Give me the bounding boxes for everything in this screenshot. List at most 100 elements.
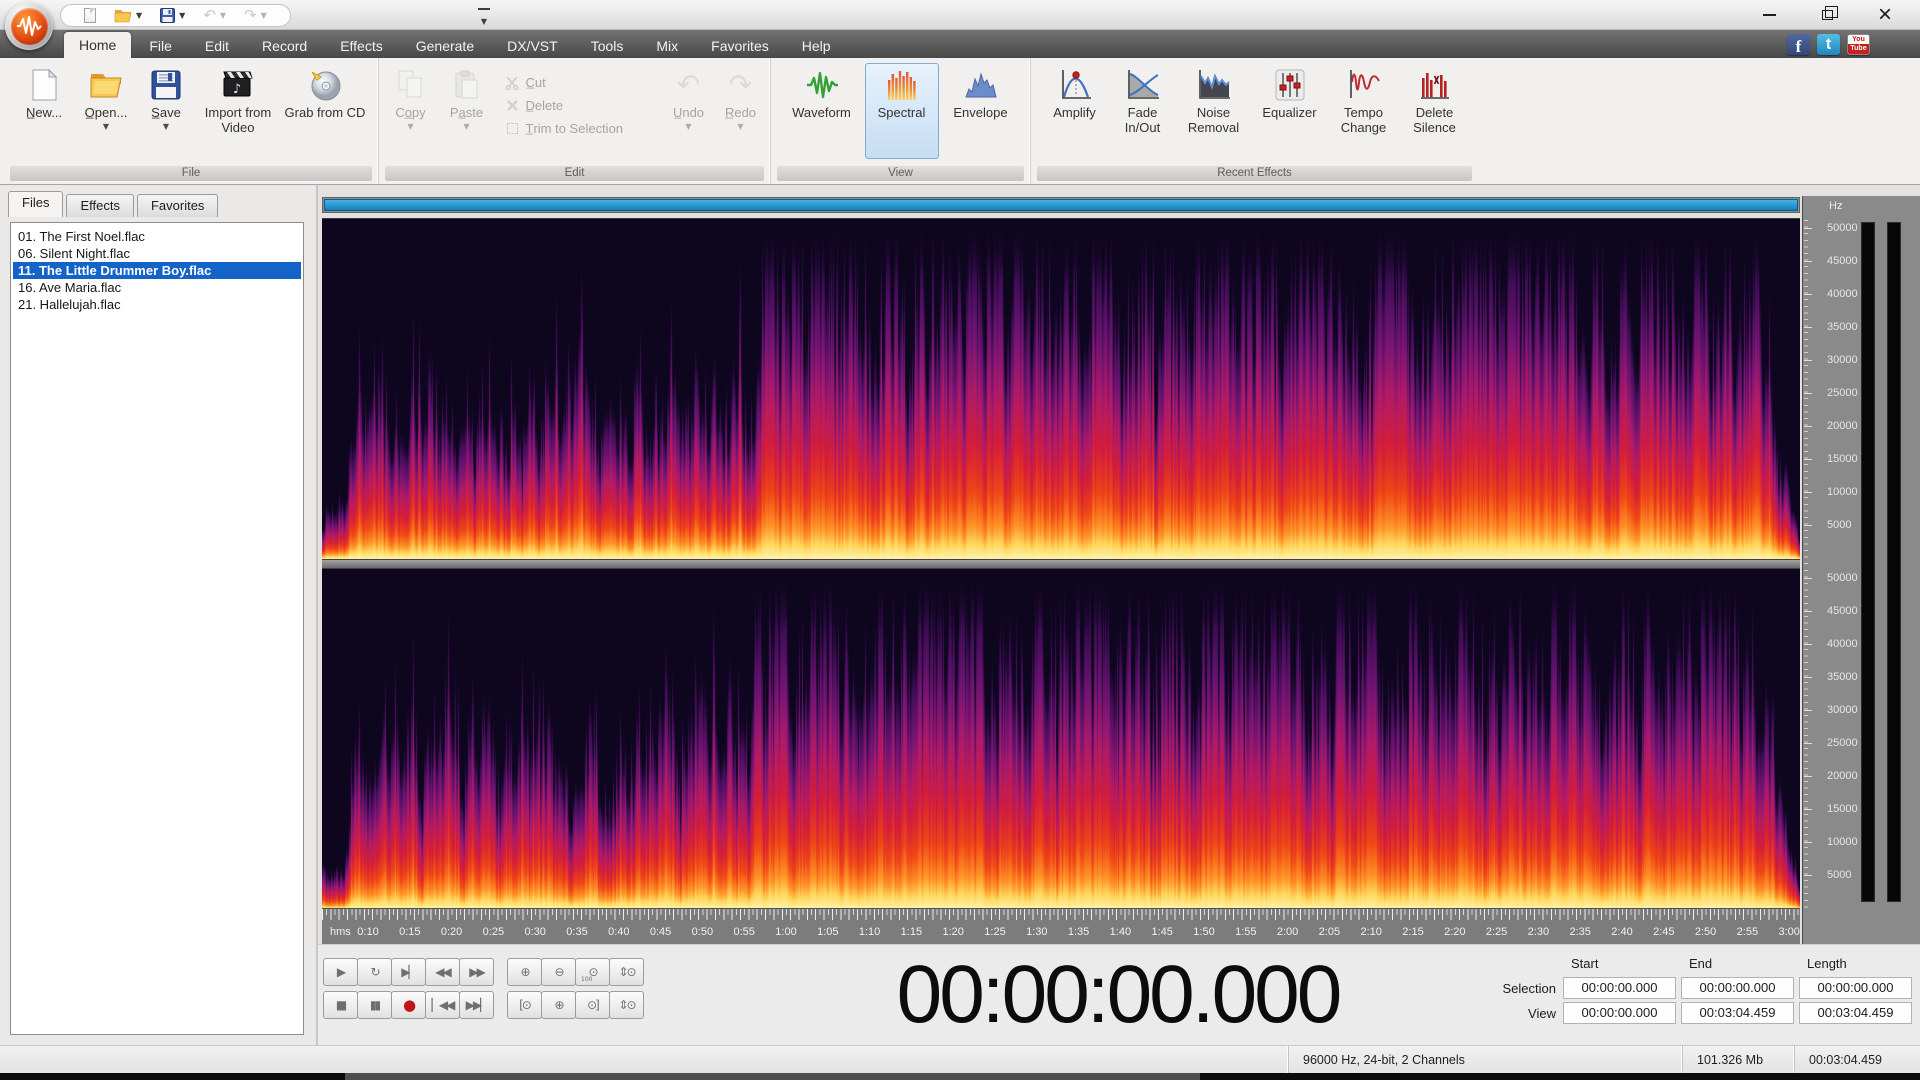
go-to-start-button[interactable]: ▏◀◀: [425, 991, 460, 1019]
tab-edit[interactable]: Edit: [190, 35, 244, 58]
twitter-icon[interactable]: t: [1817, 34, 1840, 55]
tab-record[interactable]: Record: [247, 35, 322, 58]
selection-start-field[interactable]: 00:00:00.000: [1563, 977, 1676, 999]
tab-dxvst[interactable]: DX/VST: [492, 35, 573, 58]
open-button[interactable]: O̲pen... ▼: [73, 63, 139, 159]
zoom-in-button[interactable]: ⊕: [507, 958, 542, 986]
rewind-button[interactable]: ◀◀: [425, 958, 460, 986]
chevron-down-icon[interactable]: ▼: [179, 11, 185, 20]
fast-forward-button[interactable]: ▶▶: [459, 958, 494, 986]
ruler-time-label: 1:15: [901, 926, 922, 938]
tab-tools[interactable]: Tools: [576, 35, 639, 58]
undo-button[interactable]: ↶ U̲ndo ▼: [663, 63, 715, 159]
pause-button[interactable]: ▮▮: [357, 991, 392, 1019]
chevron-down-icon[interactable]: ▼: [103, 122, 109, 131]
selection-end-field[interactable]: 00:00:00.000: [1681, 977, 1794, 999]
record-button[interactable]: ●: [391, 991, 426, 1019]
envelope-view-button[interactable]: Envelope: [939, 63, 1023, 159]
file-list-item-selected[interactable]: 11. The Little Drummer Boy.flac: [13, 262, 301, 279]
play-to-end-button[interactable]: ▶▏: [391, 958, 426, 986]
file-list-item[interactable]: 06. Silent Night.flac: [13, 245, 301, 262]
tempo-change-button[interactable]: Tempo Change: [1328, 63, 1400, 159]
channel-divider[interactable]: [322, 559, 1800, 569]
app-logo-button[interactable]: [5, 2, 53, 50]
equalizer-button[interactable]: Equalizer: [1252, 63, 1328, 159]
stop-button[interactable]: ■: [323, 991, 358, 1019]
tab-home[interactable]: Home: [64, 32, 131, 58]
frequency-tick-label: 30000: [1827, 354, 1858, 366]
delete-button[interactable]: D̲elete: [505, 98, 653, 113]
spectrogram-left-channel[interactable]: [322, 219, 1800, 559]
noise-removal-button[interactable]: Noise Removal: [1176, 63, 1252, 159]
quick-redo-button[interactable]: ↷ ▼: [237, 5, 274, 26]
zoom-vertical-button[interactable]: ⇕⊙: [609, 958, 644, 986]
chevron-down-icon[interactable]: ▼: [163, 122, 169, 131]
copy-button[interactable]: Co̲py ▼: [383, 63, 439, 159]
view-start-field[interactable]: 00:00:00.000: [1563, 1002, 1676, 1024]
cut-button[interactable]: C̲ut: [505, 75, 653, 90]
tab-help[interactable]: Help: [787, 35, 846, 58]
facebook-icon[interactable]: f: [1787, 34, 1810, 55]
zoom-out-button[interactable]: ⊖: [541, 958, 576, 986]
chevron-down-icon[interactable]: ▼: [136, 11, 142, 20]
time-ruler[interactable]: hms0:100:150:200:250:300:350:400:450:500…: [322, 908, 1800, 944]
youtube-icon[interactable]: You Tube: [1847, 34, 1870, 55]
spectrogram-right-channel[interactable]: [322, 569, 1800, 909]
fade-in-out-button[interactable]: Fade In/Out: [1110, 63, 1176, 159]
quick-undo-button[interactable]: ↶ ▼: [196, 5, 233, 26]
file-list[interactable]: 01. The First Noel.flac 06. Silent Night…: [10, 222, 304, 1035]
tab-mix[interactable]: Mix: [641, 35, 693, 58]
new-button[interactable]: N̲ew...: [15, 63, 73, 159]
file-list-item[interactable]: 01. The First Noel.flac: [13, 228, 301, 245]
overview-scrollbar[interactable]: [322, 197, 1800, 213]
loop-button[interactable]: ↻: [357, 958, 392, 986]
ruler-time-label: 2:50: [1695, 926, 1716, 938]
file-list-item[interactable]: 16. Ave Maria.flac: [13, 279, 301, 296]
zoom-vertical-2-button[interactable]: ⇕⊙: [609, 991, 644, 1019]
quick-new-button[interactable]: [77, 5, 103, 26]
import-from-video-button[interactable]: ♪ Import from Video: [193, 63, 283, 159]
overview-scrollbar-thumb[interactable]: [324, 199, 1798, 211]
tab-favorites-panel[interactable]: Favorites: [137, 194, 218, 217]
tab-files[interactable]: Files: [8, 191, 63, 217]
quick-open-button[interactable]: ▼: [107, 5, 149, 26]
status-duration: 00:03:04.459: [1794, 1046, 1920, 1073]
chevron-down-icon: ▼: [685, 122, 691, 131]
waveform-view-button[interactable]: Waveform: [779, 63, 865, 159]
editor-area: Hz 5000045000400003500030000250002000015…: [318, 185, 1920, 1045]
frequency-tick-mark: [1804, 743, 1812, 744]
tab-file[interactable]: File: [134, 35, 187, 58]
tab-effects[interactable]: Effects: [325, 35, 398, 58]
paste-button[interactable]: Pa̲ste ▼: [439, 63, 495, 159]
zoom-selection-button[interactable]: [⊙: [507, 991, 542, 1019]
ruler-time-label: 0:45: [650, 926, 671, 938]
restore-button[interactable]: [1798, 0, 1856, 30]
minimize-button[interactable]: [1740, 0, 1798, 30]
go-to-end-button[interactable]: ▶▶▏: [459, 991, 494, 1019]
zoom-100-button[interactable]: ⊙100: [575, 958, 610, 986]
customize-toolbar-button[interactable]: ▼: [478, 8, 490, 29]
delete-silence-button[interactable]: Delete Silence: [1400, 63, 1470, 159]
amplify-button[interactable]: Amplify: [1040, 63, 1110, 159]
trim-to-selection-button[interactable]: T̲rim to Selection: [505, 121, 653, 136]
view-length-field[interactable]: 00:03:04.459: [1799, 1002, 1912, 1024]
selection-length-field[interactable]: 00:00:00.000: [1799, 977, 1912, 999]
spectral-view-button[interactable]: Spectral: [865, 63, 939, 159]
group-label-recent-effects: Recent Effects: [1037, 166, 1472, 181]
tab-generate[interactable]: Generate: [401, 35, 489, 58]
play-button[interactable]: ▶: [323, 958, 358, 986]
grab-from-cd-button[interactable]: Grab from CD: [283, 63, 367, 159]
tab-effects-panel[interactable]: Effects: [66, 194, 134, 217]
quick-save-button[interactable]: ▼: [153, 5, 192, 26]
tab-favorites[interactable]: Favorites: [696, 35, 784, 58]
chevron-down-icon[interactable]: ▼: [220, 11, 226, 20]
file-list-item[interactable]: 21. Hallelujah.flac: [13, 296, 301, 313]
view-end-field[interactable]: 00:03:04.459: [1681, 1002, 1794, 1024]
ruler-time-label: 2:40: [1611, 926, 1632, 938]
zoom-in-2-button[interactable]: ⊕: [541, 991, 576, 1019]
close-button[interactable]: ×: [1856, 0, 1914, 30]
zoom-out-2-button[interactable]: ⊙]: [575, 991, 610, 1019]
redo-button[interactable]: ↷ R̲edo ▼: [715, 63, 767, 159]
save-button[interactable]: S̲ave ▼: [139, 63, 193, 159]
chevron-down-icon[interactable]: ▼: [261, 11, 267, 20]
